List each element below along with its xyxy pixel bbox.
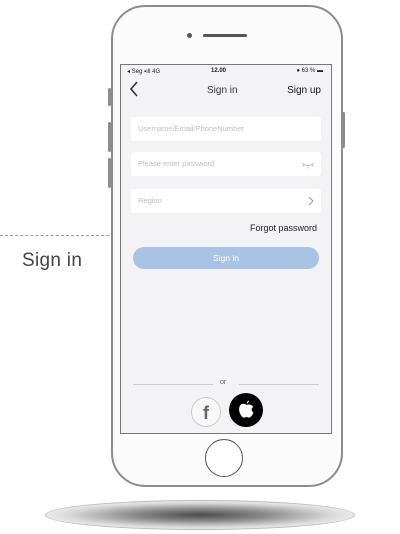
front-camera (187, 33, 192, 38)
speaker-grille (203, 34, 247, 37)
chevron-right-icon (308, 189, 314, 223)
phone-shadow (45, 500, 355, 530)
battery-indicator: ● 63 % ▬ (296, 68, 323, 74)
facebook-login-button[interactable]: f (191, 397, 221, 427)
status-time: 12.00 (211, 68, 227, 74)
app-screen: ◂ Seg ▪ıll 4G 12.00 ● 63 % ▬ Sign in Sig… (120, 64, 332, 434)
callout-label: Sign in (22, 250, 83, 271)
password-field[interactable] (131, 152, 321, 176)
password-input[interactable] (138, 159, 298, 168)
volume-up-button (108, 122, 111, 152)
sign-in-button[interactable]: Sign in (133, 247, 319, 269)
apple-icon (239, 400, 254, 418)
eye-closed-icon[interactable] (301, 152, 315, 186)
or-divider: or (133, 379, 319, 389)
sign-up-button[interactable]: Sign up (287, 85, 321, 96)
carrier-signal: ◂ Seg ▪ıll 4G (127, 69, 161, 75)
region-label: Region (138, 196, 162, 205)
or-text: or (220, 379, 227, 386)
status-bar: ◂ Seg ▪ıll 4G 12.00 ● 63 % ▬ (121, 65, 331, 77)
power-button (342, 112, 345, 148)
mute-switch (108, 88, 111, 106)
apple-login-button[interactable] (229, 393, 263, 427)
chevron-left-icon (129, 81, 138, 97)
divider-line (133, 384, 213, 385)
back-button[interactable] (129, 81, 139, 100)
home-button[interactable] (205, 439, 243, 477)
username-field[interactable] (131, 117, 321, 141)
username-input[interactable] (138, 124, 298, 133)
forgot-password-link[interactable]: Forgot password (250, 223, 317, 233)
page-title: Sign in (207, 85, 238, 96)
nav-bar: Sign in Sign up (121, 77, 331, 103)
volume-down-button (108, 158, 111, 188)
facebook-icon: f (203, 403, 209, 423)
divider-line (239, 384, 319, 385)
region-selector[interactable]: Region (131, 189, 321, 213)
